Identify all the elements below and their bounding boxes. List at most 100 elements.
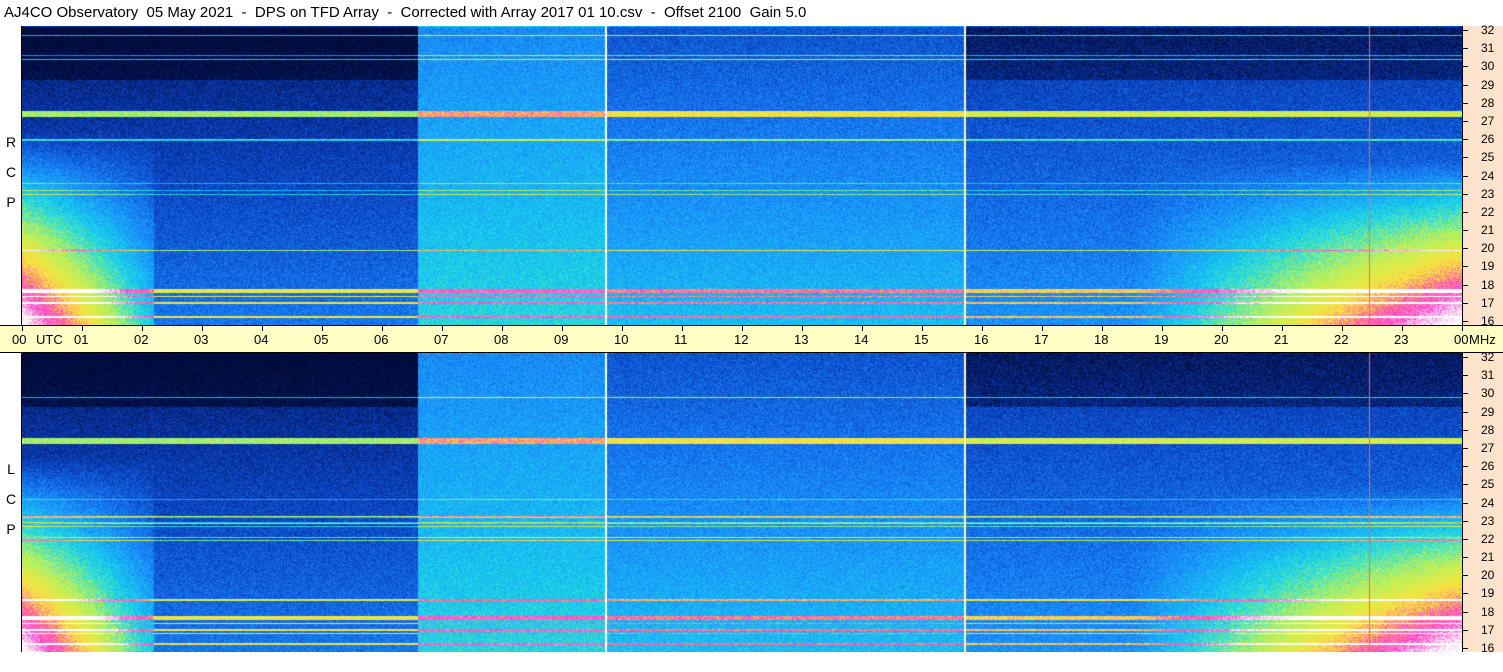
lcp-freq-label: 31 bbox=[1481, 368, 1495, 382]
utc-label: 00 bbox=[12, 332, 27, 347]
lcp-freq-tick bbox=[1463, 466, 1468, 467]
utc-label: 02 bbox=[134, 332, 149, 347]
utc-tick bbox=[502, 326, 503, 331]
rcp-freq-tick bbox=[1463, 230, 1468, 231]
lcp-letter-l: L bbox=[7, 461, 15, 477]
lcp-letter-p: P bbox=[6, 521, 16, 537]
rcp-freq-tick bbox=[1463, 194, 1468, 195]
lcp-channel-label: L C P bbox=[0, 353, 22, 652]
rcp-freq-label: 30 bbox=[1481, 59, 1495, 73]
rcp-freq-label: 21 bbox=[1481, 223, 1495, 237]
utc-label: 23 bbox=[1394, 332, 1409, 347]
utc-tick bbox=[862, 326, 863, 331]
utc-label: 04 bbox=[254, 332, 269, 347]
lcp-freq-tick bbox=[1463, 593, 1468, 594]
utc-tick bbox=[1462, 326, 1463, 331]
utc-tick bbox=[562, 326, 563, 331]
lcp-freq-label: 20 bbox=[1481, 568, 1495, 582]
rcp-freq-tick bbox=[1463, 121, 1468, 122]
utc-label: 10 bbox=[614, 332, 629, 347]
utc-tick bbox=[982, 326, 983, 331]
utc-tick bbox=[1222, 326, 1223, 331]
rcp-freq-label: 22 bbox=[1481, 205, 1495, 219]
lcp-freq-label: 19 bbox=[1481, 586, 1495, 600]
utc-tick bbox=[622, 326, 623, 331]
utc-tick bbox=[742, 326, 743, 331]
utc-tick bbox=[142, 326, 143, 331]
utc-label: 20 bbox=[1214, 332, 1229, 347]
utc-tick bbox=[1282, 326, 1283, 331]
lcp-freq-tick bbox=[1463, 448, 1468, 449]
utc-tick bbox=[922, 326, 923, 331]
utc-label: 11 bbox=[674, 332, 688, 347]
lcp-freq-tick bbox=[1463, 648, 1468, 649]
rcp-freq-tick bbox=[1463, 139, 1468, 140]
utc-time-axis: 00 UTC 01 02 03 04 05 06 07 08 09 10 11 12 13 14 15 16 17 1… bbox=[0, 325, 1503, 353]
lcp-freq-tick bbox=[1463, 575, 1468, 576]
rcp-freq-tick bbox=[1463, 176, 1468, 177]
utc-tick bbox=[1402, 326, 1403, 331]
lcp-freq-label: 32 bbox=[1481, 350, 1495, 364]
rcp-freq-label: 17 bbox=[1481, 296, 1495, 310]
lcp-freq-tick bbox=[1463, 393, 1468, 394]
utc-label: 15 bbox=[914, 332, 929, 347]
lcp-freq-tick bbox=[1463, 612, 1468, 613]
utc-label: MHz bbox=[1469, 332, 1496, 347]
utc-tick bbox=[802, 326, 803, 331]
utc-label: 03 bbox=[194, 332, 209, 347]
rcp-freq-tick bbox=[1463, 285, 1468, 286]
lcp-freq-tick bbox=[1463, 375, 1468, 376]
utc-label: 01 bbox=[74, 332, 89, 347]
lcp-letter-c: C bbox=[5, 491, 17, 507]
lcp-freq-label: 22 bbox=[1481, 532, 1495, 546]
rcp-freq-label: 18 bbox=[1481, 278, 1495, 292]
utc-label: 17 bbox=[1034, 332, 1049, 347]
rcp-freq-label: 20 bbox=[1481, 241, 1495, 255]
rcp-letter-c: C bbox=[5, 164, 17, 180]
lcp-freq-tick bbox=[1463, 630, 1468, 631]
rcp-freq-tick bbox=[1463, 321, 1468, 322]
lcp-freq-tick bbox=[1463, 557, 1468, 558]
rcp-freq-label: 29 bbox=[1481, 78, 1495, 92]
utc-label: 07 bbox=[434, 332, 449, 347]
utc-tick bbox=[1162, 326, 1163, 331]
rcp-freq-tick bbox=[1463, 266, 1468, 267]
lcp-freq-label: 21 bbox=[1481, 550, 1495, 564]
rcp-freq-tick bbox=[1463, 85, 1468, 86]
lcp-freq-label: 24 bbox=[1481, 496, 1495, 510]
rcp-freq-tick bbox=[1463, 157, 1468, 158]
rcp-freq-tick bbox=[1463, 212, 1468, 213]
utc-label: 08 bbox=[494, 332, 509, 347]
rcp-freq-label: 28 bbox=[1481, 96, 1495, 110]
rcp-freq-tick bbox=[1463, 66, 1468, 67]
lcp-freq-tick bbox=[1463, 521, 1468, 522]
utc-tick bbox=[82, 326, 83, 331]
utc-tick bbox=[382, 326, 383, 331]
lcp-freq-label: 26 bbox=[1481, 459, 1495, 473]
lcp-freq-label: 30 bbox=[1481, 386, 1495, 400]
utc-label: 19 bbox=[1154, 332, 1169, 347]
utc-label: UTC bbox=[36, 332, 63, 347]
rcp-frequency-axis: 32 31 30 29 28 27 26 25 24 23 22 21 20 19 18 17 16 bbox=[1462, 23, 1503, 328]
lcp-freq-tick bbox=[1463, 484, 1468, 485]
utc-tick bbox=[262, 326, 263, 331]
utc-tick bbox=[1042, 326, 1043, 331]
utc-tick bbox=[202, 326, 203, 331]
lcp-freq-label: 27 bbox=[1481, 441, 1495, 455]
utc-label: 12 bbox=[734, 332, 749, 347]
utc-tick bbox=[22, 326, 23, 331]
utc-label: 18 bbox=[1094, 332, 1109, 347]
utc-tick bbox=[1102, 326, 1103, 331]
rcp-freq-tick bbox=[1463, 103, 1468, 104]
utc-label: 13 bbox=[794, 332, 809, 347]
rcp-freq-label: 27 bbox=[1481, 114, 1495, 128]
lcp-freq-label: 18 bbox=[1481, 605, 1495, 619]
rcp-freq-tick bbox=[1463, 48, 1468, 49]
lcp-freq-label: 28 bbox=[1481, 423, 1495, 437]
rcp-freq-tick bbox=[1463, 30, 1468, 31]
lcp-freq-label: 16 bbox=[1481, 641, 1495, 655]
utc-label: 14 bbox=[854, 332, 869, 347]
utc-label: 21 bbox=[1274, 332, 1289, 347]
lcp-freq-label: 17 bbox=[1481, 623, 1495, 637]
lcp-freq-tick bbox=[1463, 503, 1468, 504]
